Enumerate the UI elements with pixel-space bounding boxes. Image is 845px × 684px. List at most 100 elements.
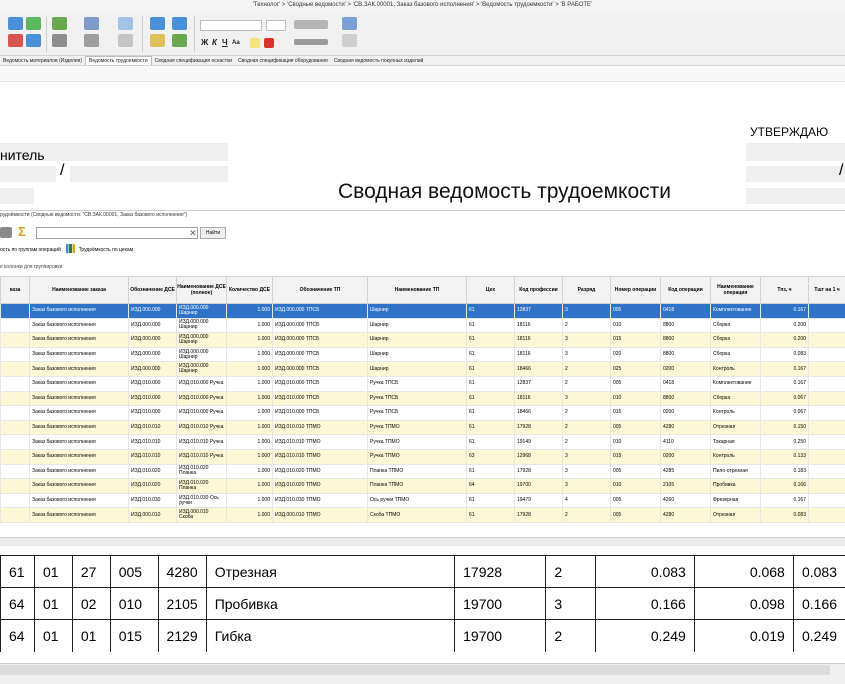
table-cell[interactable]: 0.183: [760, 463, 809, 480]
table-cell[interactable]: 010: [610, 390, 661, 407]
table-cell[interactable]: Скоба ТПМО: [367, 507, 467, 523]
table-cell[interactable]: 18466: [514, 405, 563, 421]
table-cell[interactable]: [808, 478, 845, 494]
sum-icon[interactable]: Σ: [18, 224, 26, 239]
table-cell[interactable]: Заказ базового исполнения: [29, 463, 129, 480]
table-cell[interactable]: 005: [610, 303, 661, 319]
table-cell[interactable]: Пробивка: [710, 478, 761, 494]
table-cell[interactable]: 0.167: [760, 361, 809, 377]
table-cell[interactable]: [808, 303, 845, 319]
table-cell[interactable]: 61: [466, 405, 515, 421]
table-cell[interactable]: Ось ручки ТПМО: [367, 492, 467, 509]
italic-button[interactable]: К: [212, 38, 217, 47]
table-row[interactable]: Заказ базового исполнения ИЗД.000.000 ИЗД.…: [0, 332, 845, 348]
table-cell[interactable]: ИЗД.010.000 Ручка: [176, 375, 227, 392]
table-cell[interactable]: 1.000: [226, 303, 273, 319]
table-cell[interactable]: 010: [610, 434, 661, 450]
table-cell[interactable]: [0, 332, 30, 348]
col-header[interactable]: Цех: [466, 276, 515, 304]
table-cell[interactable]: ИЗД.010.000: [128, 405, 177, 421]
table-cell[interactable]: 025: [610, 361, 661, 377]
paste-icon[interactable]: [84, 17, 99, 30]
table-row-selected[interactable]: Заказ базового исполнения ИЗД.000.000 ИЗД.…: [0, 303, 845, 319]
rows-icon[interactable]: [26, 17, 41, 30]
table-cell[interactable]: ИЗД.000.000: [128, 303, 177, 319]
table-cell[interactable]: Планка ТПМО: [367, 478, 467, 494]
table-cell[interactable]: 61: [466, 332, 515, 348]
table-cell[interactable]: Планка ТПМО: [367, 463, 467, 480]
table-cell[interactable]: 18116: [514, 317, 563, 334]
table-cell[interactable]: 4260: [660, 492, 711, 509]
table-cell[interactable]: ИЗД.010.030: [128, 492, 177, 509]
col-header[interactable]: Обозначение ДСЕ: [128, 276, 177, 304]
table-cell[interactable]: 010: [610, 478, 661, 494]
table-cell[interactable]: ИЗД.000.000: [128, 346, 177, 363]
col-header[interactable]: Код профессии: [514, 276, 563, 304]
table-cell[interactable]: 4110: [660, 434, 711, 450]
more-icon[interactable]: [342, 34, 357, 47]
table-cell[interactable]: ИЗД.010.000: [128, 375, 177, 392]
font-size-combo[interactable]: [266, 20, 286, 31]
table-cell[interactable]: ИЗД.010.030 Ось ручки: [176, 492, 227, 509]
table-cell[interactable]: [808, 375, 845, 392]
table-cell[interactable]: [0, 375, 30, 392]
table-row[interactable]: Заказ базового исполнения ИЗД.010.010 ИЗД.…: [0, 434, 845, 450]
table-cell[interactable]: ИЗД.010.020: [128, 478, 177, 494]
table-cell[interactable]: 015: [610, 332, 661, 348]
table-row[interactable]: Заказ базового исполнения ИЗД.000.000 ИЗД.…: [0, 317, 845, 334]
table-cell[interactable]: 18466: [514, 361, 563, 377]
table-row[interactable]: Заказ базового исполнения ИЗД.010.030 ИЗД.…: [0, 492, 845, 509]
col-header[interactable]: Разряд: [562, 276, 611, 304]
table-cell[interactable]: 0.167: [760, 303, 809, 319]
table-cell[interactable]: [0, 405, 30, 421]
table-cell[interactable]: ИЗД.010.010: [128, 448, 177, 465]
table-cell[interactable]: Контроль: [710, 361, 761, 377]
table-cell[interactable]: 61: [466, 492, 515, 509]
table-cell[interactable]: Шарнир: [367, 346, 467, 363]
table-cell[interactable]: ИЗД.000.000 ТПСБ: [272, 361, 368, 377]
table-cell[interactable]: 18116: [514, 346, 563, 363]
table-cell[interactable]: ИЗД.010.020 Планка: [176, 478, 227, 494]
table-row[interactable]: Заказ базового исполнения ИЗД.010.000 ИЗД.…: [0, 375, 845, 392]
table-cell[interactable]: 0.167: [760, 492, 809, 509]
col-header[interactable]: Обозначение ТП: [272, 276, 368, 304]
table-cell[interactable]: ИЗД.010.010: [128, 419, 177, 436]
table-cell[interactable]: 4280: [660, 419, 711, 436]
table-cell[interactable]: 61: [466, 507, 515, 523]
table-cell[interactable]: 0.083: [760, 346, 809, 363]
table-cell[interactable]: 0.250: [760, 434, 809, 450]
tab-labor[interactable]: Ведомость трудоемкости: [85, 56, 152, 65]
table-cell[interactable]: Заказ базового исполнения: [29, 419, 129, 436]
change-case-button[interactable]: Aa: [232, 40, 240, 46]
table-cell[interactable]: ИЗД.010.020: [128, 463, 177, 480]
table-cell[interactable]: ИЗД.000.000: [128, 317, 177, 334]
table-cell[interactable]: Заказ базового исполнения: [29, 390, 129, 407]
table-cell[interactable]: [808, 390, 845, 407]
table-cell[interactable]: [808, 405, 845, 421]
table-cell[interactable]: 0418: [660, 303, 711, 319]
table-cell[interactable]: Шарнир: [367, 317, 467, 334]
table-cell[interactable]: 64: [466, 478, 515, 494]
table-cell[interactable]: ИЗД.010.030 ТПМО: [272, 492, 368, 509]
table-cell[interactable]: ИЗД.010.010 Ручка: [176, 434, 227, 450]
table-row[interactable]: Заказ базового исполнения ИЗД.010.010 ИЗД.…: [0, 419, 845, 436]
table-cell[interactable]: 61: [466, 390, 515, 407]
table-cell[interactable]: [0, 346, 30, 363]
table-cell[interactable]: ИЗД.000.010 Скоба: [176, 507, 227, 523]
table-cell[interactable]: ИЗД.000.000 Шарнир: [176, 303, 227, 319]
table-cell[interactable]: [808, 361, 845, 377]
table-cell[interactable]: 3: [562, 303, 611, 319]
table-cell[interactable]: 3: [562, 332, 611, 348]
table-cell[interactable]: 0.167: [760, 375, 809, 392]
col-header[interactable]: Наименование операции: [710, 276, 761, 304]
table-cell[interactable]: Заказ базового исполнения: [29, 507, 129, 523]
table-cell[interactable]: 8800: [660, 390, 711, 407]
list-icon[interactable]: [52, 34, 67, 47]
grid-remove-icon[interactable]: [8, 34, 23, 47]
table-cell[interactable]: ИЗД.010.000 ТПСБ: [272, 375, 368, 392]
table-cell[interactable]: ИЗД.000.010: [128, 507, 177, 523]
col-header[interactable]: Код операции: [660, 276, 711, 304]
table-cell[interactable]: 2: [562, 375, 611, 392]
table-cell[interactable]: 005: [610, 419, 661, 436]
table-cell[interactable]: ИЗД.000.000 ТПСБ: [272, 303, 368, 319]
